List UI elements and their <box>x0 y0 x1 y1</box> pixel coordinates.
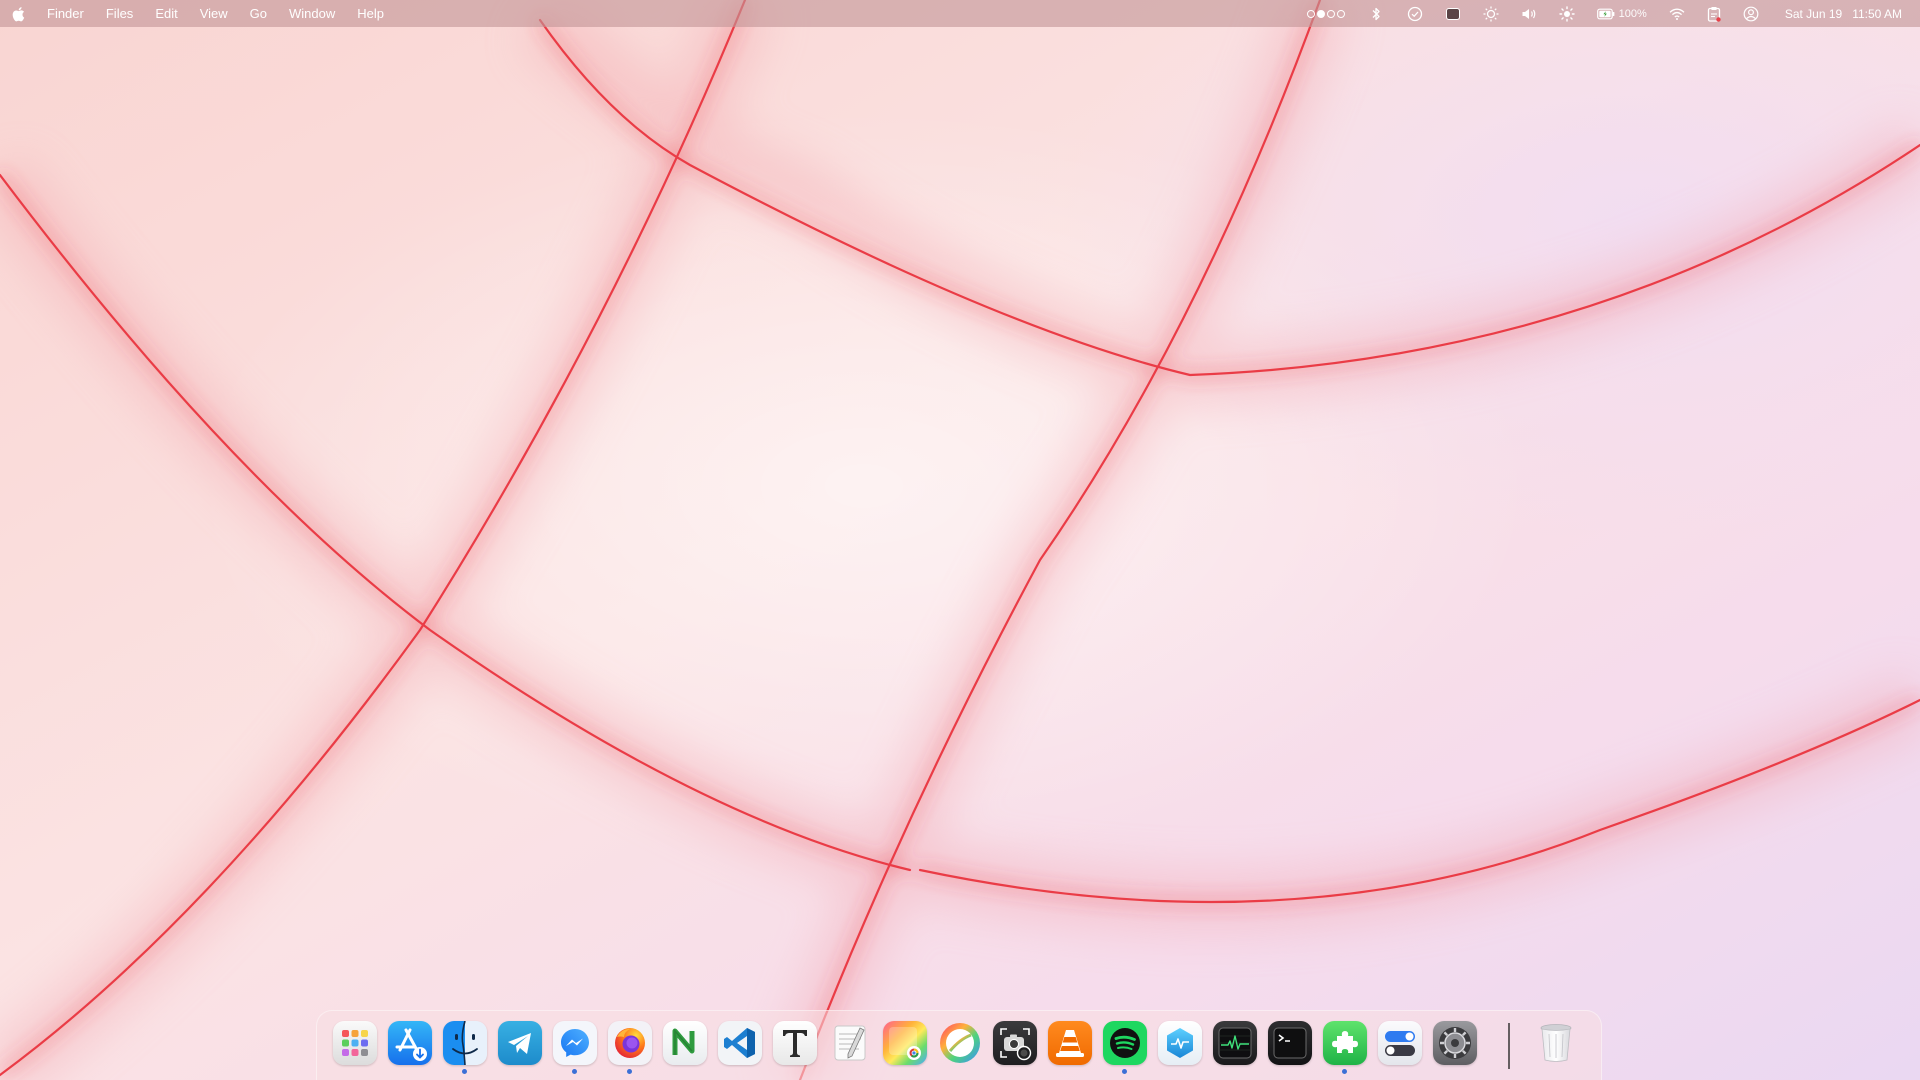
photos-viewer-icon <box>883 1021 927 1065</box>
dock-app-tweaks[interactable] <box>1378 1021 1422 1065</box>
dock-app-messenger[interactable] <box>553 1021 597 1074</box>
dock-app-screenshot[interactable] <box>993 1021 1037 1065</box>
dock-app-telegram[interactable] <box>498 1021 542 1065</box>
dock-app-photos-viewer[interactable] <box>883 1021 927 1065</box>
workspace-dots-icon[interactable] <box>1306 0 1345 27</box>
launchpad-icon <box>333 1021 377 1065</box>
trash-icon <box>1534 1021 1578 1065</box>
menu-edit[interactable]: Edit <box>144 0 188 27</box>
dock-app-system-settings[interactable] <box>1433 1021 1477 1065</box>
wifi-icon[interactable] <box>1669 0 1685 27</box>
running-indicator <box>627 1069 632 1074</box>
text-editor-icon <box>828 1021 872 1065</box>
hexagon-app-icon <box>1158 1021 1202 1065</box>
dock-app-vlc[interactable] <box>1048 1021 1092 1065</box>
dock-app-trash[interactable] <box>1534 1021 1578 1065</box>
running-indicator <box>462 1069 467 1074</box>
dock-app-browser-circle[interactable] <box>938 1021 982 1065</box>
telegram-icon <box>498 1021 542 1065</box>
vscode-icon <box>718 1021 762 1065</box>
dock-app-text-editor[interactable] <box>828 1021 872 1065</box>
extensions-puzzle-icon <box>1323 1021 1367 1065</box>
dock-app-activity-monitor[interactable] <box>1213 1021 1257 1065</box>
dock-app-extensions[interactable] <box>1323 1021 1367 1074</box>
vlc-icon <box>1048 1021 1092 1065</box>
messenger-icon <box>553 1021 597 1065</box>
gear-icon <box>1433 1021 1477 1065</box>
menu-go[interactable]: Go <box>239 0 278 27</box>
dock-app-finder[interactable] <box>443 1021 487 1074</box>
typora-icon <box>773 1021 817 1065</box>
menu-finder[interactable]: Finder <box>36 0 95 27</box>
dock-divider <box>1508 1023 1510 1069</box>
dock-app-launchpad[interactable] <box>333 1021 377 1065</box>
app-store-icon <box>388 1021 432 1065</box>
menu-files[interactable]: Files <box>95 0 144 27</box>
running-indicator <box>1122 1069 1127 1074</box>
menu-view[interactable]: View <box>189 0 239 27</box>
terminal-icon <box>1268 1021 1312 1065</box>
dock <box>316 1010 1602 1080</box>
activity-monitor-icon <box>1213 1021 1257 1065</box>
firefox-icon <box>608 1021 652 1065</box>
dock-app-hexagon-app[interactable] <box>1158 1021 1202 1065</box>
screenshot-camera-icon <box>993 1021 1037 1065</box>
battery-icon[interactable]: 100% <box>1596 0 1647 27</box>
n-letter-app-icon <box>663 1021 707 1065</box>
clipboard-icon[interactable] <box>1707 0 1721 27</box>
volume-icon[interactable] <box>1521 0 1537 27</box>
dock-app-app-store[interactable] <box>388 1021 432 1065</box>
browser-circle-icon <box>938 1021 982 1065</box>
screen-record-icon[interactable] <box>1445 0 1461 27</box>
dock-app-spotify[interactable] <box>1103 1021 1147 1074</box>
menu-help[interactable]: Help <box>346 0 395 27</box>
brightness-icon[interactable] <box>1558 0 1575 27</box>
spotify-icon <box>1103 1021 1147 1065</box>
menu-window[interactable]: Window <box>278 0 346 27</box>
dock-app-terminal[interactable] <box>1268 1021 1312 1065</box>
user-account-icon[interactable] <box>1743 0 1759 27</box>
dock-app-typora[interactable] <box>773 1021 817 1065</box>
dock-app-firefox[interactable] <box>608 1021 652 1074</box>
dock-app-nvidia-settings[interactable] <box>663 1021 707 1065</box>
desktop-wallpaper <box>0 0 1920 1080</box>
finder-icon <box>443 1021 487 1065</box>
menu-bar: Finder Files Edit View Go Window Help 10… <box>0 0 1920 27</box>
running-indicator <box>1342 1069 1347 1074</box>
check-circle-icon[interactable] <box>1407 0 1423 27</box>
tweaks-toggle-icon <box>1378 1021 1422 1065</box>
apple-logo-icon[interactable] <box>0 0 36 27</box>
menubar-clock[interactable]: Sat Jun 19 11:50 AM <box>1785 7 1902 21</box>
battery-percent: 100% <box>1618 7 1647 20</box>
night-light-icon[interactable] <box>1483 0 1499 27</box>
bluetooth-icon[interactable] <box>1371 0 1381 27</box>
running-indicator <box>572 1069 577 1074</box>
dock-app-visual-studio-code[interactable] <box>718 1021 762 1065</box>
